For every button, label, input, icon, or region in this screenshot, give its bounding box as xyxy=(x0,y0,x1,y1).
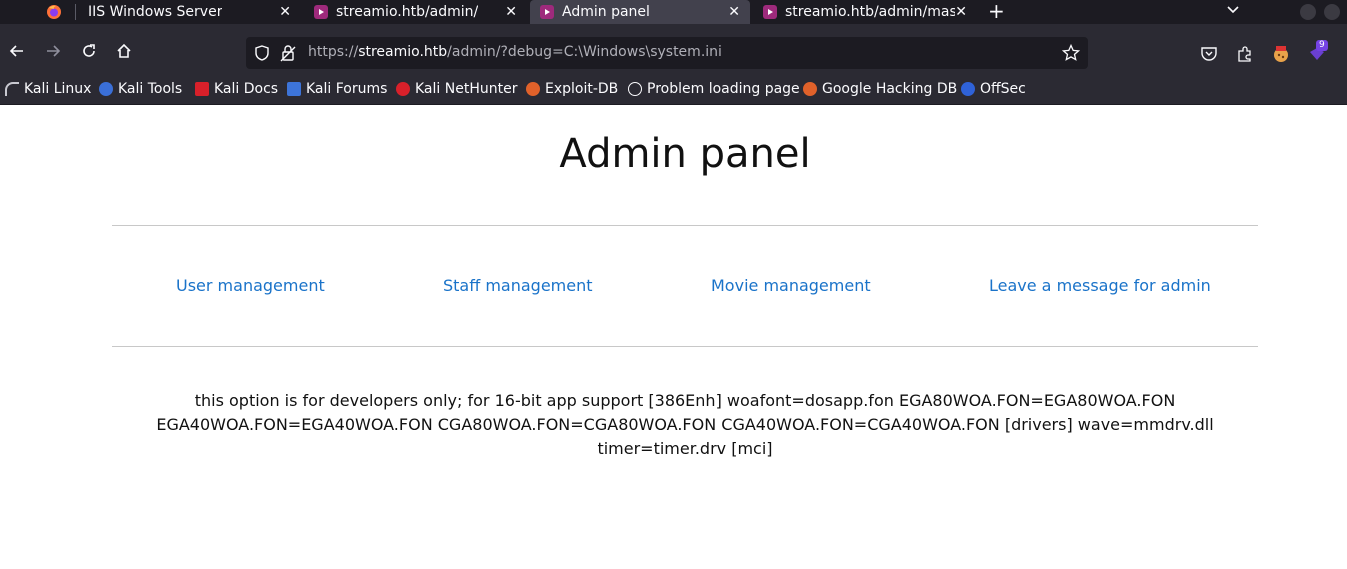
streamio-favicon-icon xyxy=(540,5,554,19)
globe-icon xyxy=(628,82,642,96)
bookmark-label: Problem loading page xyxy=(647,81,800,97)
bookmark-kali-forums[interactable]: Kali Forums xyxy=(287,81,387,97)
kali-tools-icon xyxy=(99,82,113,96)
bookmark-label: Kali Docs xyxy=(214,81,279,97)
bookmark-exploit-db[interactable]: Exploit-DB xyxy=(526,81,618,97)
page-title: Admin panel xyxy=(559,131,811,177)
bookmark-label: OffSec xyxy=(980,81,1026,97)
streamio-favicon-icon xyxy=(763,5,777,19)
kali-nethunter-icon xyxy=(396,82,410,96)
tab-title: streamio.htb/admin/mast xyxy=(785,4,955,20)
bookmark-kali-nethunter[interactable]: Kali NetHunter xyxy=(396,81,517,97)
bookmark-label: Kali Forums xyxy=(306,81,388,97)
extension-badge-icon[interactable]: 9 xyxy=(1308,40,1328,63)
page-content: Admin panel User management Staff manage… xyxy=(0,105,1347,569)
tab-bar: IIS Windows Server ✕ streamio.htb/admin/… xyxy=(0,0,1347,24)
bookmark-kali-linux[interactable]: Kali Linux xyxy=(5,81,91,97)
firefox-view-button[interactable] xyxy=(34,0,74,24)
close-icon[interactable]: ✕ xyxy=(505,3,517,21)
divider xyxy=(112,346,1258,347)
navigation-toolbar: https://streamio.htb/admin/?debug=C:\Win… xyxy=(0,24,1347,78)
close-icon[interactable]: ✕ xyxy=(955,3,967,21)
tab-title: IIS Windows Server xyxy=(88,4,223,20)
offsec-icon xyxy=(961,82,975,96)
url-host: streamio.htb xyxy=(358,44,448,60)
tracking-protection-shield-icon[interactable] xyxy=(254,45,270,65)
bookmark-label: Kali NetHunter xyxy=(415,81,518,97)
kali-docs-icon xyxy=(195,82,209,96)
bookmark-label: Kali Linux xyxy=(24,81,92,97)
bookmark-offsec[interactable]: OffSec xyxy=(961,81,1026,97)
exploit-db-icon xyxy=(526,82,540,96)
tab-streamio-admin-master[interactable]: streamio.htb/admin/mast ✕ xyxy=(753,0,977,24)
lock-warning-icon[interactable] xyxy=(280,44,296,66)
divider xyxy=(112,225,1258,226)
bookmark-google-hacking-db[interactable]: Google Hacking DB xyxy=(803,81,957,97)
bookmarks-toolbar: Kali Linux Kali Tools Kali Docs Kali For… xyxy=(0,78,1347,105)
bookmark-label: Google Hacking DB xyxy=(822,81,958,97)
kali-dragon-icon xyxy=(5,82,19,96)
minimize-button[interactable] xyxy=(1300,4,1316,20)
extensions-puzzle-icon[interactable] xyxy=(1236,45,1254,63)
bookmark-problem-loading-page[interactable]: Problem loading page xyxy=(628,81,800,97)
tab-streamio-admin[interactable]: streamio.htb/admin/ ✕ xyxy=(302,0,527,24)
movie-management-link[interactable]: Movie management xyxy=(711,276,871,295)
tab-title: streamio.htb/admin/ xyxy=(336,4,479,20)
extension-cookie-icon[interactable] xyxy=(1272,45,1290,63)
forward-arrow-icon[interactable] xyxy=(43,41,63,61)
kali-forums-icon xyxy=(287,82,301,96)
bookmark-kali-tools[interactable]: Kali Tools xyxy=(99,81,182,97)
address-bar[interactable]: https://streamio.htb/admin/?debug=C:\Win… xyxy=(246,37,1088,69)
firefox-icon xyxy=(47,5,61,19)
bookmark-label: Exploit-DB xyxy=(545,81,619,97)
leave-message-link[interactable]: Leave a message for admin xyxy=(989,276,1211,295)
extension-badge-count: 9 xyxy=(1316,40,1328,51)
url-scheme: https:// xyxy=(308,44,359,60)
new-tab-button[interactable]: + xyxy=(988,0,1005,22)
user-management-link[interactable]: User management xyxy=(176,276,325,295)
url-text[interactable]: https://streamio.htb/admin/?debug=C:\Win… xyxy=(308,44,722,60)
debug-output-text: this option is for developers only; for … xyxy=(156,391,1214,458)
pocket-icon[interactable] xyxy=(1200,45,1218,63)
list-all-tabs-chevron-down-icon[interactable] xyxy=(1226,3,1240,21)
tab-iis-windows-server[interactable]: IIS Windows Server ✕ xyxy=(76,0,301,24)
bookmark-label: Kali Tools xyxy=(118,81,183,97)
reload-icon[interactable] xyxy=(79,41,99,61)
tab-admin-panel[interactable]: Admin panel ✕ xyxy=(530,0,750,24)
ghdb-icon xyxy=(803,82,817,96)
tab-title: Admin panel xyxy=(562,4,650,20)
bookmark-kali-docs[interactable]: Kali Docs xyxy=(195,81,278,97)
url-path: /admin/?debug=C:\Windows\system.ini xyxy=(447,44,722,60)
close-icon[interactable]: ✕ xyxy=(279,3,291,21)
home-icon[interactable] xyxy=(114,41,134,61)
streamio-favicon-icon xyxy=(314,5,328,19)
close-icon[interactable]: ✕ xyxy=(728,3,740,21)
close-window-button[interactable] xyxy=(1324,4,1340,20)
back-arrow-icon[interactable] xyxy=(7,41,27,61)
staff-management-link[interactable]: Staff management xyxy=(443,276,593,295)
bookmark-star-icon[interactable] xyxy=(1061,43,1081,66)
